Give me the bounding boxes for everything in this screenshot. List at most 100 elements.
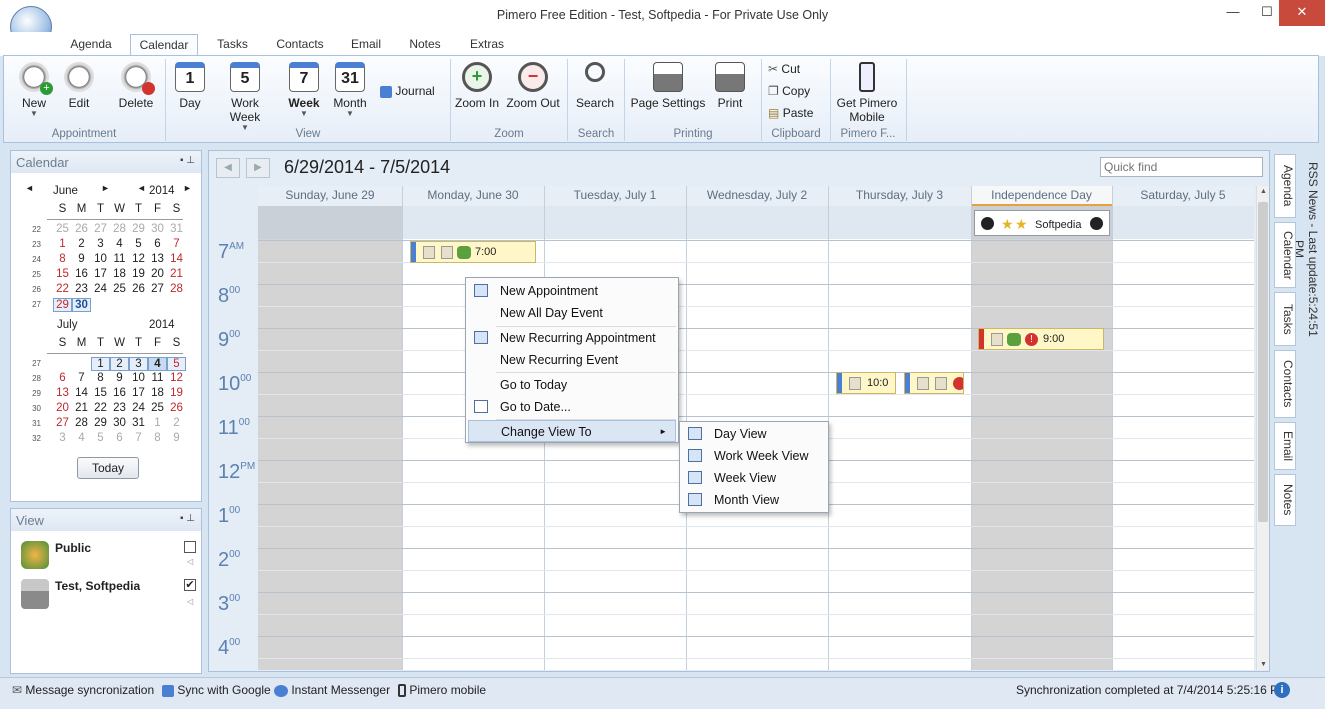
pimero-mobile-item[interactable]: Pimero mobile <box>398 683 486 698</box>
rss-news-tab[interactable]: RSS News - Last update:5:24:51 PM <box>1292 154 1320 344</box>
message-sync-item[interactable]: ✉ Message syncronization <box>12 683 154 697</box>
calendar-day[interactable]: 7 <box>167 238 186 250</box>
journal-button[interactable]: Journal <box>380 84 440 98</box>
appointment-thursday-10am[interactable]: 10:0 <box>836 372 896 394</box>
tab-email[interactable]: Email <box>340 34 392 56</box>
copy-button[interactable]: ❐ Copy <box>768 84 828 98</box>
calendar-day[interactable]: 26 <box>129 283 148 295</box>
work-week-view-button[interactable]: 5 Work Week ▼ <box>216 62 274 132</box>
tab-notes[interactable]: Notes <box>400 34 450 56</box>
side-tab-agenda[interactable]: Agenda <box>1274 154 1296 218</box>
get-pimero-mobile-button[interactable]: Get Pimero Mobile <box>834 62 900 124</box>
appointment-friday-9am[interactable]: ! 9:00 <box>978 328 1104 350</box>
calendar-day[interactable]: 18 <box>148 387 167 399</box>
calendar-day[interactable]: 6 <box>110 432 129 444</box>
print-button[interactable]: Print <box>710 62 750 110</box>
calendar-day[interactable]: 29 <box>129 223 148 235</box>
calendar-day[interactable]: 3 <box>53 432 72 444</box>
calendar-day[interactable]: 19 <box>129 268 148 280</box>
calendar-day[interactable]: 11 <box>110 253 129 265</box>
menu-new-appointment[interactable]: New Appointment <box>468 280 676 302</box>
calendar-day[interactable]: 7 <box>72 372 91 384</box>
zoom-out-button[interactable]: − Zoom Out <box>506 62 560 110</box>
calendar-day[interactable]: 3 <box>129 357 148 371</box>
tab-calendar[interactable]: Calendar <box>130 34 198 56</box>
appointment-thursday-10am-2[interactable] <box>904 372 964 394</box>
calendar-day[interactable]: 1 <box>53 238 72 250</box>
day-view-button[interactable]: 1 Day <box>172 62 208 110</box>
calendar-day[interactable]: 24 <box>91 283 110 295</box>
calendar-day[interactable]: 31 <box>167 223 186 235</box>
calendar-day[interactable]: 7 <box>129 432 148 444</box>
calendar-day[interactable]: 8 <box>91 372 110 384</box>
calendar-day[interactable]: 26 <box>72 223 91 235</box>
calendar-day[interactable]: 23 <box>72 283 91 295</box>
delete-button[interactable]: Delete <box>114 62 158 110</box>
today-button[interactable]: Today <box>77 457 139 479</box>
calendar-day[interactable]: 27 <box>53 417 72 429</box>
menu-new-recurring-appointment[interactable]: New Recurring Appointment <box>468 327 676 349</box>
calendar-day[interactable]: 2 <box>72 238 91 250</box>
vertical-scrollbar[interactable]: ▲ ▼ <box>1256 186 1269 670</box>
calendar-day[interactable]: 26 <box>167 402 186 414</box>
week-view-button[interactable]: 7 Week ▼ <box>284 62 324 118</box>
calendar-day[interactable]: 17 <box>91 268 110 280</box>
calendar-day[interactable]: 4 <box>110 238 129 250</box>
calendar-day[interactable]: 28 <box>72 417 91 429</box>
sync-google-item[interactable]: Sync with Google <box>162 683 271 697</box>
pin-icon[interactable]: ▪ ⊥ <box>180 155 195 166</box>
menu-go-to-date[interactable]: Go to Date... <box>468 396 676 418</box>
side-tab-tasks[interactable]: Tasks <box>1274 292 1296 346</box>
side-tab-email[interactable]: Email <box>1274 422 1296 470</box>
menu-change-view-to[interactable]: Change View To ► <box>468 420 676 442</box>
calendar-day[interactable]: 1 <box>91 357 110 371</box>
calendar-day[interactable]: 1 <box>148 417 167 429</box>
calendar-day[interactable]: 27 <box>148 283 167 295</box>
next-year-arrow[interactable]: ► <box>183 183 192 193</box>
calendar-day[interactable]: 22 <box>91 402 110 414</box>
calendar-day[interactable]: 11 <box>148 372 167 384</box>
month-view-button[interactable]: 31 Month ▼ <box>330 62 370 118</box>
calendar-day[interactable]: 15 <box>91 387 110 399</box>
appointment-monday-7am[interactable]: 7:00 <box>410 241 536 263</box>
calendar-day[interactable]: 28 <box>110 223 129 235</box>
cut-button[interactable]: ✂ Cut <box>768 62 828 76</box>
calendar-day[interactable]: 14 <box>167 253 186 265</box>
calendar-day[interactable]: 5 <box>167 357 186 371</box>
expand-arrow[interactable]: ◁ <box>187 597 193 606</box>
calendar-day[interactable]: 21 <box>167 268 186 280</box>
calendar-day[interactable]: 4 <box>72 432 91 444</box>
page-settings-button[interactable]: Page Settings <box>630 62 706 110</box>
minimize-button[interactable]: — <box>1216 0 1250 26</box>
prev-year-arrow[interactable]: ◄ <box>137 183 146 193</box>
prev-month-arrow[interactable]: ◄ <box>25 183 34 193</box>
calendar-day[interactable]: 23 <box>110 402 129 414</box>
calendar-day[interactable]: 29 <box>53 298 72 312</box>
calendar-day[interactable]: 30 <box>148 223 167 235</box>
zoom-in-button[interactable]: + Zoom In <box>454 62 500 110</box>
pin-icon[interactable]: ▪ ⊥ <box>180 513 195 524</box>
calendar-day[interactable]: 5 <box>91 432 110 444</box>
calendar-day[interactable]: 13 <box>53 387 72 399</box>
side-tab-notes[interactable]: Notes <box>1274 474 1296 526</box>
prev-week-button[interactable]: ◀ <box>216 158 240 178</box>
calendar-day[interactable]: 25 <box>53 223 72 235</box>
calendar-day[interactable]: 8 <box>53 253 72 265</box>
tab-agenda[interactable]: Agenda <box>60 34 122 56</box>
calendar-day[interactable]: 9 <box>167 432 186 444</box>
calendar-day[interactable]: 31 <box>129 417 148 429</box>
paste-button[interactable]: ▤ Paste <box>768 106 828 120</box>
quick-find-input[interactable] <box>1100 157 1263 177</box>
calendar-day[interactable]: 12 <box>167 372 186 384</box>
calendar-day[interactable]: 30 <box>72 298 91 312</box>
calendar-day[interactable]: 25 <box>148 402 167 414</box>
calendar-day[interactable]: 9 <box>110 372 129 384</box>
side-tab-contacts[interactable]: Contacts <box>1274 350 1296 418</box>
new-button[interactable]: + New ▼ <box>14 62 54 118</box>
calendar-day[interactable]: 9 <box>72 253 91 265</box>
calendar-day[interactable]: 3 <box>91 238 110 250</box>
calendar-day[interactable]: 30 <box>110 417 129 429</box>
close-button[interactable]: ✕ <box>1279 0 1325 26</box>
menu-go-to-today[interactable]: Go to Today <box>468 374 676 396</box>
calendar-day[interactable]: 2 <box>167 417 186 429</box>
